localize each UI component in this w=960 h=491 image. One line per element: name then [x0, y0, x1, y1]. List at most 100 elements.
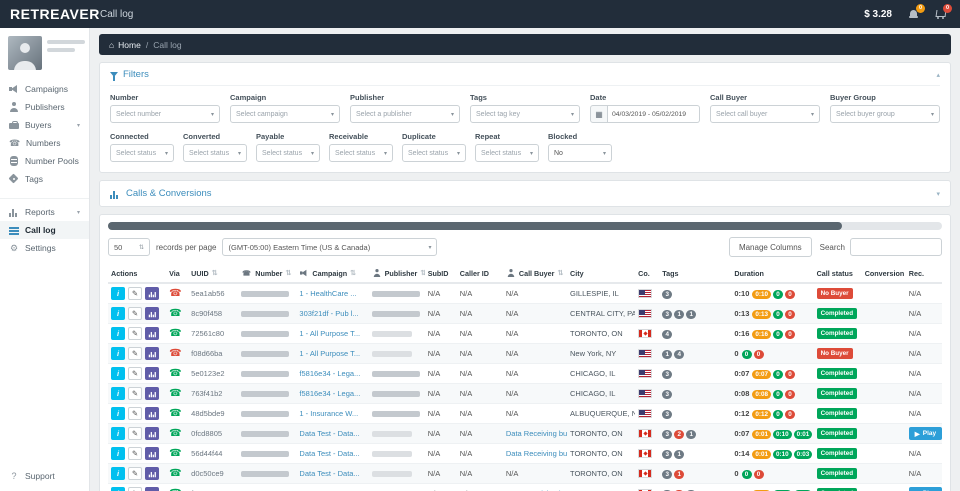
per-page-select[interactable]: 50⇅ — [108, 238, 150, 256]
sidebar-item-settings[interactable]: ⚙Settings — [0, 239, 89, 257]
sidebar-item-number-pools[interactable]: Number Pools — [0, 152, 89, 170]
sidebar-item-tags[interactable]: Tags — [0, 170, 89, 188]
column-header-number[interactable]: ☎Number⇅ — [238, 264, 296, 283]
campaign-link[interactable]: f5816e34 - Lega... — [299, 389, 360, 398]
tag-badge[interactable]: 3 — [662, 430, 672, 439]
call-details-button[interactable]: i — [111, 487, 125, 491]
tag-badge[interactable]: 3 — [662, 290, 672, 299]
user-profile[interactable] — [0, 28, 89, 80]
tag-badge[interactable]: 1 — [686, 310, 696, 319]
tag-badge[interactable]: 3 — [662, 370, 672, 379]
tag-badge[interactable]: 1 — [674, 470, 684, 479]
publisher-select[interactable]: Select a publisher▾ — [350, 105, 460, 123]
calendar-button[interactable]: ▦ — [590, 105, 608, 123]
column-header-uuid[interactable]: UUID⇅ — [188, 264, 238, 283]
campaign-link[interactable]: f5816e34 - Lega... — [299, 369, 360, 378]
expand-chevron-icon[interactable]: ▾ — [936, 190, 940, 198]
tag-badge[interactable]: 1 — [674, 450, 684, 459]
call-report-button[interactable] — [145, 327, 159, 340]
edit-button[interactable]: ✎ — [128, 307, 142, 320]
call-report-button[interactable] — [145, 487, 159, 491]
payable-select[interactable]: Select status▾ — [256, 144, 320, 162]
sidebar-item-campaigns[interactable]: Campaigns — [0, 80, 89, 98]
cart-button[interactable]: 0 — [935, 9, 946, 20]
tag-badge[interactable]: 4 — [662, 330, 672, 339]
scrollbar-thumb[interactable] — [108, 222, 842, 230]
campaign-link[interactable]: Data Test - Data... — [299, 469, 359, 478]
tag-badge[interactable]: 3 — [662, 390, 672, 399]
sort-icon[interactable]: ⇅ — [285, 269, 291, 277]
tag-badge[interactable]: 3 — [662, 450, 672, 459]
date-range-input[interactable]: 04/03/2019 - 05/02/2019 — [608, 105, 700, 123]
call-report-button[interactable] — [145, 387, 159, 400]
campaign-link[interactable]: Data Test - Data... — [299, 449, 359, 458]
tag-badge[interactable]: 1 — [662, 350, 672, 359]
calls-conversions-panel[interactable]: Calls & Conversions ▾ — [99, 180, 951, 207]
play-recording-button[interactable]: ▶Play — [909, 427, 942, 440]
campaign-link[interactable]: 1 - Insurance W... — [299, 409, 358, 418]
edit-button[interactable]: ✎ — [128, 387, 142, 400]
edit-button[interactable]: ✎ — [128, 367, 142, 380]
blocked-select[interactable]: No▾ — [548, 144, 612, 162]
call-report-button[interactable] — [145, 287, 159, 300]
call-report-button[interactable] — [145, 447, 159, 460]
tag-badge[interactable]: 1 — [674, 310, 684, 319]
campaign-link[interactable]: 1 - All Purpose T... — [299, 349, 360, 358]
sort-icon[interactable]: ⇅ — [350, 269, 356, 277]
call-report-button[interactable] — [145, 367, 159, 380]
call-report-button[interactable] — [145, 427, 159, 440]
tag-badge[interactable]: 4 — [674, 350, 684, 359]
buyer-group-select[interactable]: Select buyer group▾ — [830, 105, 940, 123]
edit-button[interactable]: ✎ — [128, 407, 142, 420]
call-details-button[interactable]: i — [111, 447, 125, 460]
campaign-link[interactable]: 1 - HealthCare ... — [299, 289, 356, 298]
tag-badge[interactable]: 2 — [674, 430, 684, 439]
call-report-button[interactable] — [145, 347, 159, 360]
search-input[interactable] — [850, 238, 942, 256]
notifications-button[interactable]: 0 — [908, 9, 919, 20]
sidebar-item-system-status[interactable]: System Status — [0, 485, 89, 491]
sidebar-item-numbers[interactable]: ☎Numbers — [0, 134, 89, 152]
call-details-button[interactable]: i — [111, 287, 125, 300]
edit-button[interactable]: ✎ — [128, 347, 142, 360]
duplicate-select[interactable]: Select status▾ — [402, 144, 466, 162]
sidebar-item-reports[interactable]: Reports▾ — [0, 198, 89, 221]
campaign-link[interactable]: 1 - All Purpose T... — [299, 329, 360, 338]
column-header-call-buyer[interactable]: Call Buyer⇅ — [503, 264, 567, 283]
sidebar-item-call-log[interactable]: Call log — [0, 221, 89, 239]
timezone-select[interactable]: (GMT-05:00) Eastern Time (US & Canada)▾ — [222, 238, 437, 256]
edit-button[interactable]: ✎ — [128, 427, 142, 440]
campaign-link[interactable]: Data Test - Data... — [299, 429, 359, 438]
call-details-button[interactable]: i — [111, 427, 125, 440]
column-header-publisher[interactable]: Publisher⇅ — [369, 264, 425, 283]
call-details-button[interactable]: i — [111, 467, 125, 480]
tags-select[interactable]: Select tag key▾ — [470, 105, 580, 123]
call-details-button[interactable]: i — [111, 307, 125, 320]
campaign-select[interactable]: Select campaign▾ — [230, 105, 340, 123]
sidebar-item-buyers[interactable]: Buyers▾ — [0, 116, 89, 134]
connected-select[interactable]: Select status▾ — [110, 144, 174, 162]
collapse-chevron-icon[interactable]: ▴ — [936, 71, 940, 79]
edit-button[interactable]: ✎ — [128, 467, 142, 480]
edit-button[interactable]: ✎ — [128, 447, 142, 460]
call-buyer-link[interactable]: Data Receiving buyer ... — [506, 449, 567, 458]
account-balance[interactable]: $ 3.28 — [864, 9, 892, 20]
edit-button[interactable]: ✎ — [128, 287, 142, 300]
manage-columns-button[interactable]: Manage Columns — [729, 237, 812, 257]
call-details-button[interactable]: i — [111, 347, 125, 360]
call-details-button[interactable]: i — [111, 327, 125, 340]
tag-badge[interactable]: 3 — [662, 470, 672, 479]
converted-select[interactable]: Select status▾ — [183, 144, 247, 162]
edit-button[interactable]: ✎ — [128, 327, 142, 340]
call-report-button[interactable] — [145, 307, 159, 320]
call-report-button[interactable] — [145, 467, 159, 480]
tag-badge[interactable]: 3 — [662, 410, 672, 419]
repeat-select[interactable]: Select status▾ — [475, 144, 539, 162]
call-details-button[interactable]: i — [111, 387, 125, 400]
sidebar-item-support[interactable]: ?Support — [0, 467, 89, 485]
edit-button[interactable]: ✎ — [128, 487, 142, 491]
tag-badge[interactable]: 1 — [686, 430, 696, 439]
call-buyer-link[interactable]: Data Receiving buyer ... — [506, 429, 567, 438]
column-header-campaign[interactable]: Campaign⇅ — [296, 264, 368, 283]
call-details-button[interactable]: i — [111, 367, 125, 380]
